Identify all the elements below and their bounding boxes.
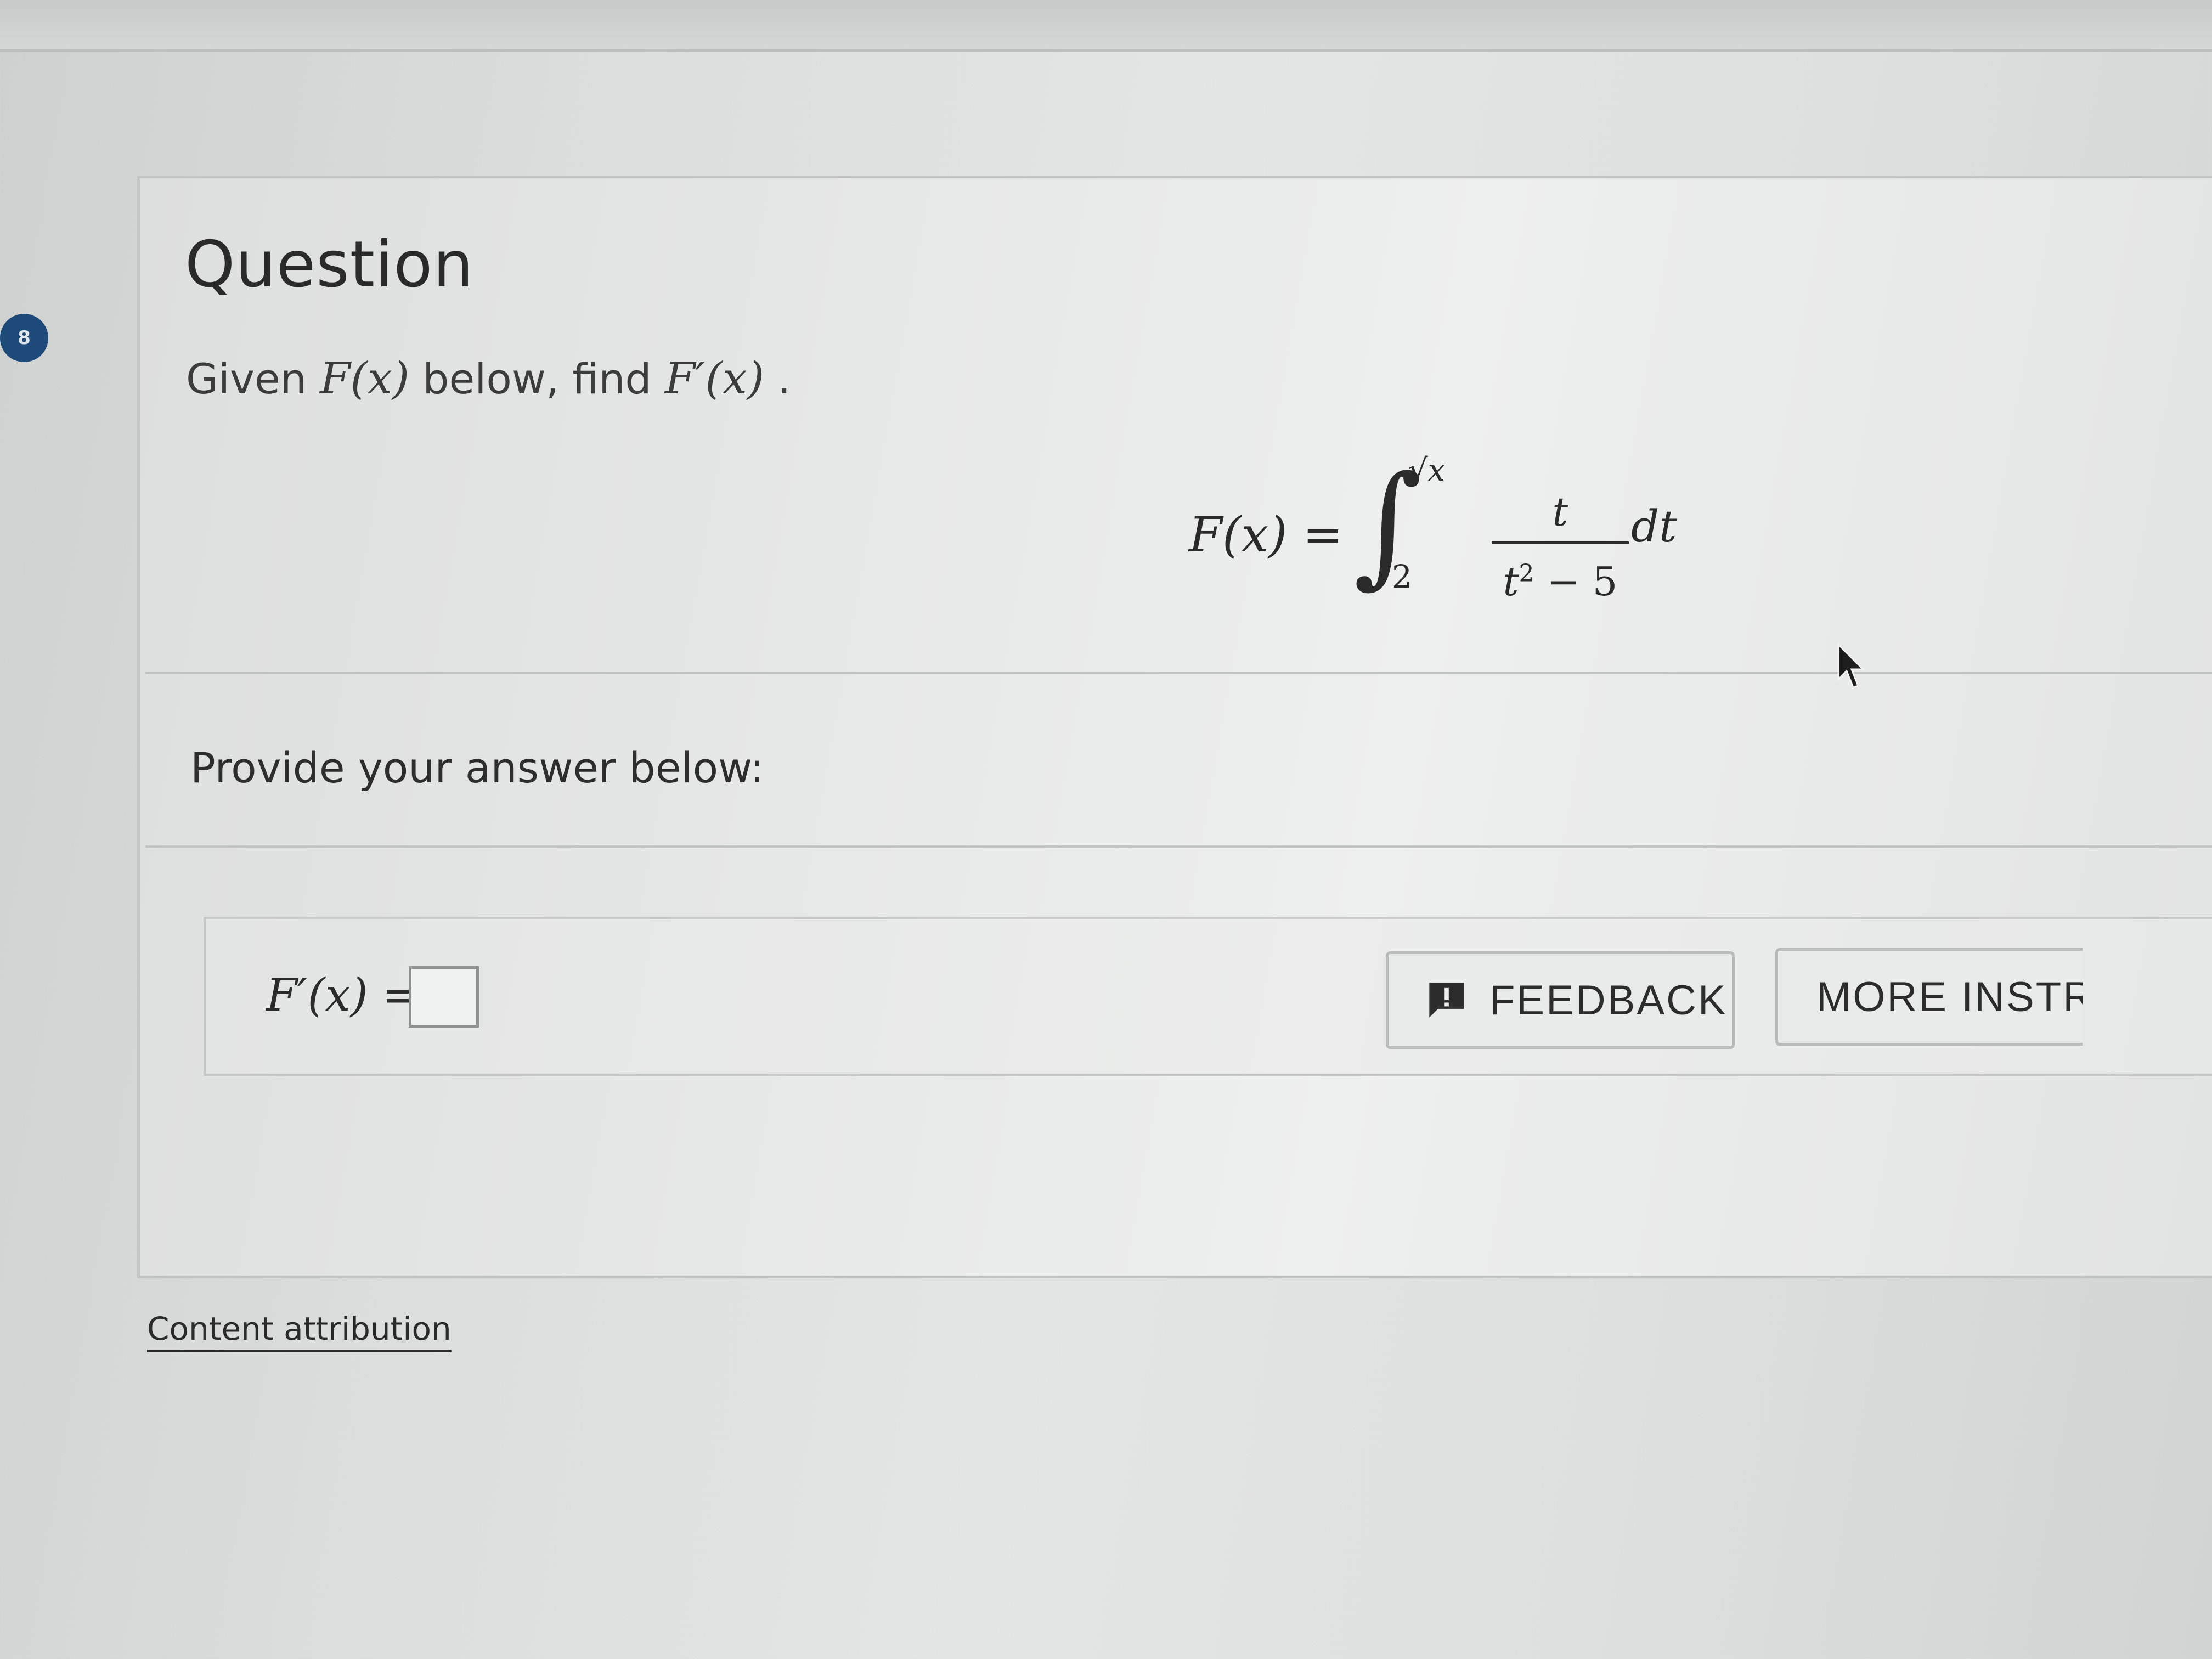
section-divider-top bbox=[145, 672, 2212, 674]
top-strip bbox=[0, 0, 2212, 52]
feedback-button[interactable]: FEEDBACK bbox=[1386, 951, 1735, 1049]
answer-label: F′(x) = bbox=[266, 969, 420, 1022]
denominator-variable: t bbox=[1503, 558, 1519, 605]
prompt-suffix: . bbox=[764, 354, 791, 403]
fraction-numerator: t bbox=[1552, 489, 1568, 535]
mouse-cursor-icon bbox=[1837, 643, 1865, 689]
integral-lower-limit: 2 bbox=[1392, 558, 1412, 595]
denominator-rest: − 5 bbox=[1534, 558, 1618, 605]
fraction-bar bbox=[1492, 541, 1629, 544]
prompt-derivative: F′(x) bbox=[664, 353, 765, 404]
prompt-prefix: Given bbox=[186, 354, 320, 403]
formula-lhs: F(x) = bbox=[1189, 506, 1344, 563]
content-attribution-link[interactable]: Content attribution bbox=[147, 1310, 452, 1347]
answer-heading: Provide your answer below: bbox=[190, 743, 764, 792]
prompt-middle: below, find bbox=[409, 354, 665, 403]
feedback-icon bbox=[1429, 983, 1464, 1018]
more-instructions-label: MORE INSTRU bbox=[1816, 973, 2083, 1020]
section-divider-bottom bbox=[145, 845, 2212, 848]
question-prompt: Given F(x) below, find F′(x) . bbox=[186, 353, 791, 404]
answer-input[interactable] bbox=[409, 966, 479, 1028]
integral-formula: F(x) = ∫ √x 2 t t2 − 5 dt bbox=[1189, 442, 1847, 650]
integrand-fraction: t t2 − 5 bbox=[1492, 484, 1629, 609]
fraction-denominator: t2 − 5 bbox=[1492, 546, 1629, 609]
question-title: Question bbox=[185, 228, 474, 302]
more-instructions-button[interactable]: MORE INSTRU bbox=[1775, 948, 2083, 1046]
integral-upper-limit: √x bbox=[1408, 453, 1446, 488]
feedback-label: FEEDBACK bbox=[1489, 977, 1728, 1024]
denominator-exponent: 2 bbox=[1519, 560, 1534, 588]
question-card: Question Given F(x) below, find F′(x) . … bbox=[137, 176, 2212, 1278]
differential: dt bbox=[1631, 501, 1677, 552]
prompt-function: F(x) bbox=[320, 353, 410, 404]
question-number-badge[interactable]: 8 bbox=[0, 314, 48, 362]
